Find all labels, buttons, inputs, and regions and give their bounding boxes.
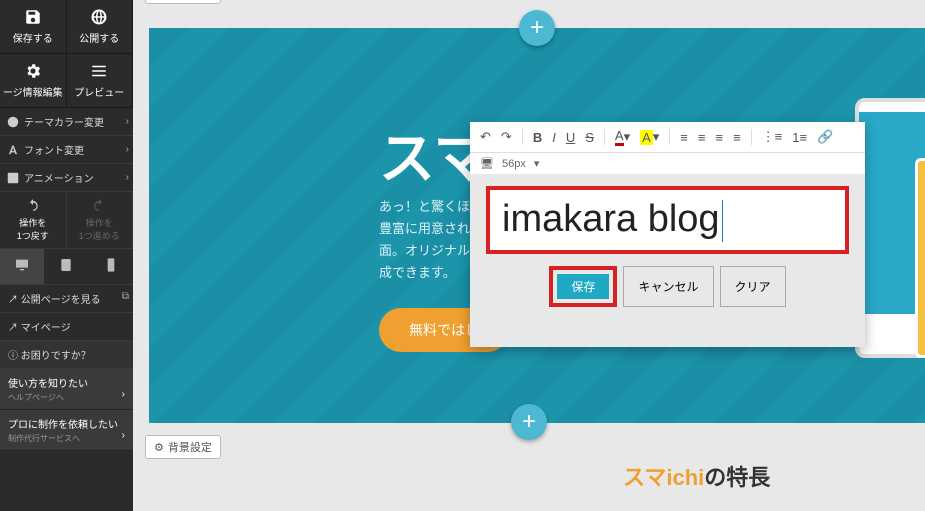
undo-button[interactable]: 操作を1つ戻す	[0, 192, 67, 248]
device-desktop[interactable]	[0, 249, 44, 284]
tablet-icon	[58, 257, 74, 273]
cancel-button[interactable]: キャンセル	[623, 266, 713, 307]
page-info-button[interactable]: ージ情報編集	[0, 54, 67, 108]
font-button[interactable]: フォント変更 ›	[0, 136, 133, 164]
sidebar: 保存する 公開する ージ情報編集 プレビュー テーマカラー変更 › フォント変更…	[0, 0, 133, 511]
redo-icon	[92, 198, 106, 212]
mypage-link[interactable]: ↗ マイページ	[0, 313, 133, 341]
external-icon: ⧉	[122, 291, 129, 302]
text-cursor	[722, 200, 723, 242]
section2-title[interactable]: スマichiの特長	[623, 460, 770, 492]
chevron-right-icon: ›	[126, 116, 129, 127]
theme-color-label: テーマカラー変更	[24, 114, 104, 129]
font-color-button[interactable]: A ▾	[615, 128, 630, 146]
chevron-right-icon: ›	[126, 172, 129, 183]
preview-button[interactable]: プレビュー	[67, 54, 134, 108]
device-icon[interactable]: 🖥	[480, 157, 494, 170]
editor-toolbar: ↶ ↷ B I U S A ▾ A ▾ ≡ ≡ ≡ ≡ ⋮≡ 1≡ 🔗	[470, 122, 865, 153]
animation-button[interactable]: アニメーション ›	[0, 164, 133, 192]
undo-button[interactable]: ↶	[480, 129, 491, 145]
chevron-right-icon: ›	[126, 144, 129, 155]
align-justify-button[interactable]: ≡	[733, 130, 741, 145]
bg-settings-button[interactable]: ⚙ 背景設定	[145, 0, 221, 4]
strike-button[interactable]: S	[585, 130, 594, 145]
underline-button[interactable]: U	[566, 130, 575, 145]
phone-mockup-2	[915, 158, 925, 358]
clear-button[interactable]: クリア	[720, 266, 786, 307]
plus-icon: +	[522, 408, 536, 436]
ordered-list-button[interactable]: 1≡	[792, 130, 807, 145]
bold-button[interactable]: B	[533, 130, 542, 145]
redo-button: 操作を1つ進める	[67, 192, 134, 248]
howto-link[interactable]: 使い方を知りたい ヘルプページへ ›	[0, 369, 133, 410]
view-public-label: 公開ページを見る	[21, 295, 101, 306]
save-highlight-box: 保存	[549, 266, 617, 307]
font-icon	[6, 143, 20, 157]
film-icon	[6, 171, 20, 185]
palette-icon	[6, 115, 20, 129]
preview-label: プレビュー	[74, 88, 124, 99]
mypage-label: マイページ	[21, 323, 71, 334]
list-icon	[90, 62, 108, 80]
gear-icon	[24, 62, 42, 80]
chevron-right-icon: ›	[122, 430, 125, 441]
animation-label: アニメーション	[24, 170, 94, 185]
text-editor-popup: ↶ ↷ B I U S A ▾ A ▾ ≡ ≡ ≡ ≡ ⋮≡ 1≡ 🔗 🖥 56…	[470, 122, 865, 347]
save-label: 保存する	[13, 34, 53, 45]
save-button[interactable]: 保存	[557, 274, 609, 299]
mobile-icon	[103, 257, 119, 273]
unordered-list-button[interactable]: ⋮≡	[762, 129, 783, 145]
align-left-button[interactable]: ≡	[680, 130, 688, 145]
plus-icon: +	[530, 14, 544, 42]
gear-icon: ⚙	[154, 441, 164, 454]
help-label: ⓘ お困りですか？	[0, 341, 133, 369]
font-size-select[interactable]: 56px	[502, 158, 526, 170]
device-mobile[interactable]	[89, 249, 133, 284]
font-label: フォント変更	[24, 142, 84, 157]
save-icon	[24, 8, 42, 26]
theme-color-button[interactable]: テーマカラー変更 ›	[0, 108, 133, 136]
chevron-right-icon: ›	[122, 389, 125, 400]
redo-button[interactable]: ↷	[501, 129, 512, 145]
desktop-icon	[14, 257, 30, 273]
pro-link[interactable]: プロに制作を依頼したい 制作代行サービスへ ›	[0, 410, 133, 451]
save-button[interactable]: 保存する	[0, 0, 67, 54]
bg-color-button[interactable]: A ▾	[640, 129, 659, 145]
publish-label: 公開する	[79, 34, 119, 45]
italic-button[interactable]: I	[552, 130, 556, 145]
add-section-button-bottom[interactable]: +	[511, 404, 547, 440]
device-tablet[interactable]	[44, 249, 88, 284]
page-info-label: ージ情報編集	[3, 88, 63, 99]
align-center-button[interactable]: ≡	[698, 130, 706, 145]
bg-settings-button-2[interactable]: ⚙ 背景設定	[145, 435, 221, 459]
view-public-link[interactable]: ↗ 公開ページを見る ⧉	[0, 285, 133, 313]
text-input[interactable]: imakara blog	[486, 186, 849, 254]
globe-icon	[90, 8, 108, 26]
chevron-down-icon: ▾	[534, 157, 540, 170]
link-button[interactable]: 🔗	[817, 129, 833, 145]
publish-button[interactable]: 公開する	[67, 0, 134, 54]
align-right-button[interactable]: ≡	[715, 130, 723, 145]
undo-icon	[26, 198, 40, 212]
add-section-button-top[interactable]: +	[519, 10, 555, 46]
